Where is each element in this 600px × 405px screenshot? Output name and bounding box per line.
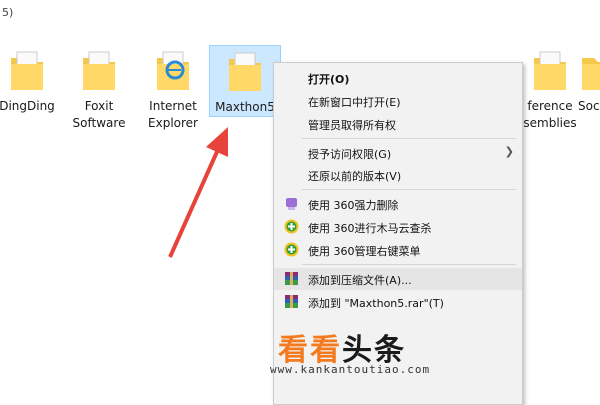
address-text: 5): [2, 6, 14, 19]
folder-icon: [79, 48, 119, 94]
menu-item-label: 添加到压缩文件(A)...: [308, 274, 412, 287]
menu-item-label: 在新窗口中打开(E): [308, 96, 401, 109]
menu-separator: [302, 264, 516, 265]
file-label: Soc: [578, 99, 600, 113]
menu-item-label: 打开(O): [308, 73, 350, 86]
shredder-360-icon: [284, 196, 299, 211]
menu-item-take-ownership[interactable]: 管理员取得所有权: [274, 113, 522, 135]
file-soc[interactable]: Soc: [578, 48, 600, 115]
menu-separator: [302, 138, 516, 139]
file-label: Foxit Software: [72, 99, 126, 130]
shield-360-icon: [284, 219, 299, 234]
menu-item-label: 授予访问权限(G): [308, 148, 392, 161]
menu-item-label: 还原以前的版本(V): [308, 170, 402, 183]
folder-icon: [578, 48, 600, 94]
file-label: Maxthon5: [215, 100, 275, 114]
folder-icon: [225, 49, 265, 95]
file-label: ference semblies: [523, 99, 577, 130]
annotation-arrow: [168, 127, 228, 258]
menu-item-label: 使用 360强力删除: [308, 199, 399, 212]
winrar-icon: [284, 271, 299, 286]
folder-icon: [7, 48, 47, 94]
file-dingding[interactable]: DingDing: [0, 48, 62, 115]
chevron-right-icon: ❯: [504, 145, 514, 158]
menu-item-grant-access[interactable]: 授予访问权限(G) ❯: [274, 142, 522, 164]
menu-item-restore-versions[interactable]: 还原以前的版本(V): [274, 164, 522, 186]
file-label: DingDing: [0, 99, 55, 113]
file-reference-assemblies[interactable]: ference semblies: [520, 48, 580, 132]
watermark: 看看头条 www.kankantoutiao.com: [270, 325, 490, 380]
file-foxit-software[interactable]: Foxit Software: [64, 48, 134, 132]
menu-item-label: 使用 360进行木马云查杀: [308, 222, 432, 235]
file-maxthon5[interactable]: Maxthon5: [209, 45, 281, 117]
menu-item-label: 使用 360管理右键菜单: [308, 245, 421, 258]
address-bar[interactable]: 5): [0, 0, 600, 24]
menu-item-add-to-archive[interactable]: 添加到压缩文件(A)...: [274, 268, 522, 290]
shield-360-icon: [284, 242, 299, 257]
winrar-icon: [284, 294, 299, 309]
blank-area: [0, 312, 273, 403]
menu-item-label: 管理员取得所有权: [308, 119, 396, 132]
menu-item-add-to-rar[interactable]: 添加到 "Maxthon5.rar"(T): [274, 291, 522, 313]
menu-item-360-force-delete[interactable]: 使用 360强力删除: [274, 193, 522, 215]
menu-item-360-manage-menu[interactable]: 使用 360管理右键菜单: [274, 239, 522, 261]
folder-icon: [530, 48, 570, 94]
menu-item-open[interactable]: 打开(O): [274, 67, 522, 89]
menu-item-open-new-window[interactable]: 在新窗口中打开(E): [274, 90, 522, 112]
menu-item-360-trojan-scan[interactable]: 使用 360进行木马云查杀: [274, 216, 522, 238]
menu-item-label: 添加到 "Maxthon5.rar"(T): [308, 297, 444, 310]
ie-folder-icon: [153, 48, 193, 94]
menu-separator: [302, 189, 516, 190]
watermark-url: www.kankantoutiao.com: [270, 363, 431, 376]
file-internet-explorer[interactable]: Internet Explorer: [138, 48, 208, 132]
